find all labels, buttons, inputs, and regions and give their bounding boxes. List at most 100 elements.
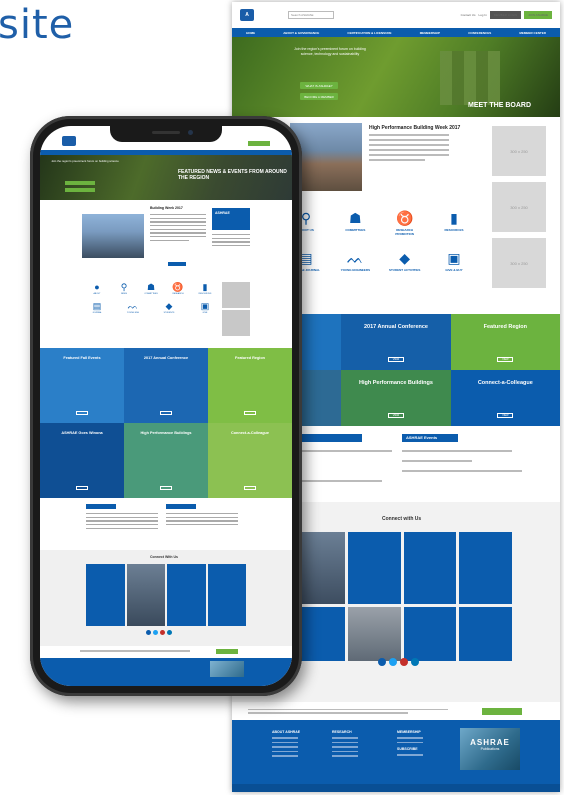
m-quick-link[interactable]: ● ABOUT — [86, 282, 108, 295]
social-card[interactable] — [459, 607, 512, 661]
publications-banner[interactable]: ASHRAE Publications — [460, 728, 520, 770]
connect-title: Connect with Us — [382, 516, 422, 522]
mobile-footer — [40, 658, 292, 686]
desktop-search-input[interactable]: Search ASHRAE — [288, 11, 334, 19]
quick-link-young-engineers[interactable]: ᨓ YOUNG ENGINEERS — [339, 250, 371, 272]
ad-placeholder[interactable]: 300 x 250 — [492, 182, 546, 232]
quick-link-students[interactable]: ◆ STUDENT ACTIVITIES — [389, 250, 421, 272]
mobile-hero-button[interactable] — [65, 181, 95, 185]
quick-link-resources[interactable]: ▮ RESOURCES — [438, 210, 470, 236]
m-feature-tile[interactable]: 2017 Annual Conference — [124, 348, 208, 423]
m-social-cards — [86, 564, 246, 626]
mobile-side-ad[interactable]: ASHRAE — [212, 208, 250, 230]
ashrae-logo[interactable] — [62, 136, 76, 146]
mobile-join-button[interactable] — [248, 141, 270, 146]
graduation-cap-icon: ◆ — [165, 301, 173, 311]
m-quick-link[interactable]: ▮ RESOURCES — [194, 282, 216, 295]
quick-link-give[interactable]: ▣ GIVE & BUY — [438, 250, 470, 272]
mobile-hero-button[interactable] — [65, 188, 95, 192]
ashrae-logo[interactable]: A — [240, 8, 280, 22]
nav-item-home[interactable]: HOME — [246, 31, 255, 35]
social-card[interactable] — [403, 607, 457, 661]
m-quick-link[interactable]: ᨓ YOUNG ENG — [122, 301, 144, 314]
m-news-header — [86, 504, 116, 509]
m-quick-link-label: YOUNG ENG — [126, 312, 140, 314]
journal-icon: ▤ — [92, 301, 102, 311]
tile-view-button[interactable]: VIEW — [497, 413, 514, 418]
quick-link-label: STUDENT ACTIVITIES — [388, 268, 421, 272]
social-card[interactable] — [347, 532, 401, 604]
feature-tile[interactable]: 2017 Annual Conference VIEW — [341, 314, 451, 370]
event-title[interactable]: High Performance Building Week 2017 — [369, 125, 460, 131]
m-social-card[interactable] — [167, 564, 206, 626]
m-signup-text — [80, 650, 190, 652]
m-feature-tile[interactable]: Featured Region — [208, 348, 292, 423]
tile-view-button[interactable]: VIEW — [387, 413, 404, 418]
nav-item-conferences[interactable]: CONFERENCES — [468, 31, 491, 35]
social-card[interactable] — [403, 532, 457, 604]
m-quick-link[interactable]: ▤ JOURNAL — [86, 301, 108, 314]
m-quick-link[interactable]: ◆ STUDENTS — [158, 301, 180, 314]
mobile-feature-tiles: Featured Fall Events 2017 Annual Confere… — [40, 348, 292, 498]
tile-title: Connect-a-Colleague — [477, 380, 533, 386]
twitter-icon[interactable] — [389, 658, 397, 666]
ad-placeholder[interactable]: 300 x 250 — [492, 126, 546, 176]
m-quick-link[interactable]: ☗ COMMITTEES — [140, 282, 162, 295]
feature-tile[interactable]: Connect-a-Colleague VIEW — [450, 370, 560, 426]
m-social-card[interactable] — [86, 564, 125, 626]
m-quick-link-label: ABOUT — [93, 293, 101, 295]
m-feature-tile[interactable]: Featured Fall Events — [40, 348, 124, 423]
publication-logo: ASHRAE — [470, 738, 510, 747]
member-login-button[interactable]: MEMBER LOGIN — [489, 11, 522, 19]
ad-placeholder[interactable]: 300 x 250 — [492, 238, 546, 288]
tile-view-button[interactable]: VIEW — [497, 357, 514, 362]
m-tile-title: 2017 Annual Conference — [143, 356, 189, 360]
hero-button-what-is[interactable]: WHAT IS ASHRAE? — [300, 82, 338, 89]
social-card[interactable] — [459, 532, 512, 604]
mobile-event-title[interactable]: Building Week 2017 — [150, 206, 183, 210]
tile-title: 2017 Annual Conference — [364, 324, 428, 330]
top-link[interactable]: Contact Us — [461, 13, 476, 17]
facebook-icon[interactable] — [378, 658, 386, 666]
linkedin-icon[interactable] — [167, 630, 172, 635]
social-card[interactable] — [347, 607, 401, 661]
signup-button[interactable] — [482, 707, 522, 715]
youtube-icon[interactable] — [160, 630, 165, 635]
nav-item-member-center[interactable]: MEMBER CENTER — [519, 31, 546, 35]
nav-item-about[interactable]: ABOUT & GOVERNANCE — [283, 31, 319, 35]
m-feature-tile[interactable]: Connect-a-Colleague — [208, 423, 292, 498]
camera-icon — [188, 130, 193, 135]
facebook-icon[interactable] — [146, 630, 151, 635]
graduation-cap-icon: ◆ — [399, 250, 411, 266]
feature-tile[interactable]: High Performance Buildings VIEW — [341, 370, 451, 426]
linkedin-icon[interactable] — [411, 658, 419, 666]
m-social-card[interactable] — [207, 564, 246, 626]
m-feature-tile[interactable]: ASHRAE Goes Winona — [40, 423, 124, 498]
nav-item-membership[interactable]: MEMBERSHIP — [420, 31, 440, 35]
mobile-side-ads — [222, 282, 250, 342]
m-signup-button[interactable] — [216, 649, 238, 654]
quick-link-committees[interactable]: ☗ COMMITTEES — [339, 210, 371, 236]
quick-link-research[interactable]: ♉ RESEARCH PROMOTION — [389, 210, 421, 236]
mobile-event-button[interactable] — [168, 262, 186, 266]
meet-the-board-caption[interactable]: MEET THE BOARD — [468, 102, 531, 109]
people-icon: ☗ — [349, 210, 362, 226]
hero-button-become-member[interactable]: BECOME A MEMBER — [300, 93, 338, 100]
twitter-icon[interactable] — [153, 630, 158, 635]
m-quick-link[interactable]: ⚲ NEWS — [113, 282, 135, 295]
quick-link-label: GIVE & BUY — [445, 268, 463, 272]
youtube-icon[interactable] — [400, 658, 408, 666]
top-link[interactable]: Log In — [478, 13, 486, 17]
ashrae-logo-mark: A — [240, 9, 254, 21]
feature-tile[interactable]: Featured Region VIEW — [450, 314, 560, 370]
mobile-ad-image[interactable] — [222, 282, 250, 308]
mobile-ad-image[interactable] — [222, 310, 250, 336]
m-publications-banner[interactable] — [210, 661, 244, 677]
m-feature-tile[interactable]: High Performance Buildings — [124, 423, 208, 498]
join-button[interactable]: JOIN ASHRAE — [524, 11, 552, 19]
tile-view-button[interactable]: VIEW — [387, 357, 404, 362]
m-quick-link[interactable]: ▣ GIVE — [194, 301, 216, 314]
m-quick-link[interactable]: ♉ RESEARCH — [167, 282, 189, 295]
m-social-card[interactable] — [126, 564, 165, 626]
nav-item-certification[interactable]: CERTIFICATION & LICENSURE — [347, 31, 391, 35]
